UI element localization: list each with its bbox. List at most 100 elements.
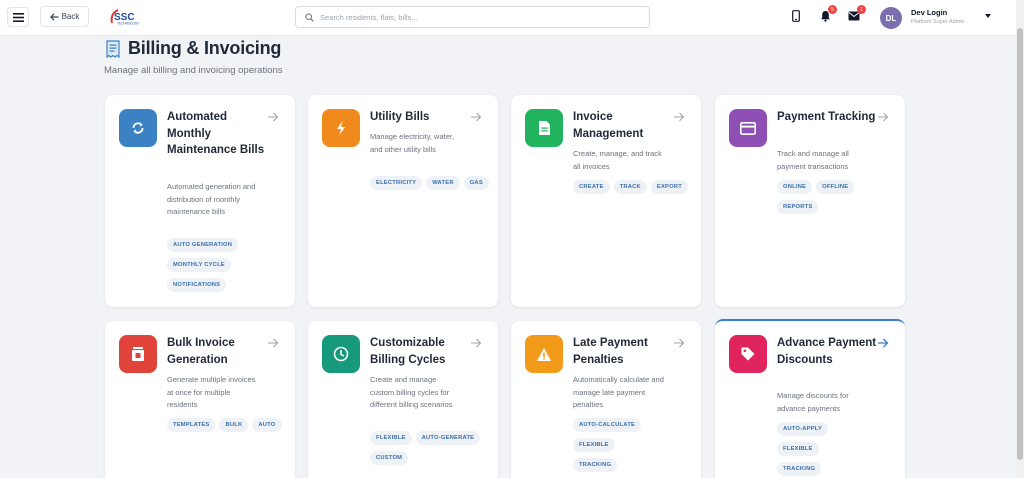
tag[interactable]: TRACK	[613, 180, 647, 194]
tag-list: ELECTRICITY WATER GAS	[370, 176, 490, 190]
tag[interactable]: OFFLINE	[816, 180, 855, 194]
page-header: Billing & Invoicing	[106, 38, 281, 59]
search-icon	[305, 12, 314, 22]
card-description: Manage discounts for advance payments	[777, 391, 849, 413]
arrow-right-icon[interactable]	[470, 337, 482, 349]
arrow-right-icon[interactable]	[267, 337, 279, 349]
scrollbar-thumb[interactable]	[1017, 28, 1023, 460]
tag[interactable]: REPORTS	[777, 200, 819, 214]
card-title: Late Payment Penalties	[573, 337, 648, 366]
tag[interactable]: BULK	[219, 418, 249, 432]
card-payment-tracking[interactable]: Payment Tracking Track and manage all pa…	[715, 95, 905, 307]
tag-list: FLEXIBLE AUTO-GENERATE CUSTOM	[370, 431, 490, 465]
notifications-badge: 5	[828, 5, 837, 14]
tag[interactable]: AUTO-CALCULATE	[573, 418, 642, 432]
tag[interactable]: TRACKING	[573, 458, 618, 472]
tag[interactable]: AUTO-GENERATE	[415, 431, 481, 445]
card-customizable-billing-cycles[interactable]: Customizable Billing Cycles Create and m…	[308, 321, 498, 478]
tag[interactable]: FLEXIBLE	[573, 438, 615, 452]
card-invoice-management[interactable]: Invoice Management Create, manage, and t…	[511, 95, 701, 307]
hamburger-icon	[12, 12, 24, 22]
card-automated-monthly-maintenance-bills[interactable]: Automated Monthly Maintenance Bills Auto…	[105, 95, 295, 307]
arrow-right-icon[interactable]	[877, 111, 889, 123]
tag[interactable]: WATER	[426, 176, 460, 190]
logo-mark: SSC TECHNOLOGY	[110, 9, 140, 26]
back-label: Back	[61, 12, 80, 21]
card-description: Create and manage custom billing cycles …	[370, 375, 453, 409]
bolt-icon	[322, 109, 360, 147]
tag[interactable]: ONLINE	[777, 180, 813, 194]
messages-button[interactable]: 1	[847, 5, 866, 23]
refresh-icon	[119, 109, 157, 147]
arrow-right-icon[interactable]	[470, 111, 482, 123]
tag[interactable]: AUTO-APPLY	[777, 422, 829, 436]
card-utility-bills[interactable]: Utility Bills Manage electricity, water,…	[308, 95, 498, 307]
notifications-button[interactable]: 5	[818, 5, 837, 23]
arrow-left-icon	[49, 12, 59, 21]
card-description: Manage electricity, water, and other uti…	[370, 132, 455, 154]
tag[interactable]: NOTIFICATIONS	[167, 278, 227, 292]
arrow-right-icon[interactable]	[267, 111, 279, 123]
card-description: Automated generation and distribution of…	[167, 182, 256, 216]
card-title: Advance Payment Discounts	[777, 337, 877, 366]
back-button[interactable]: Back	[40, 6, 89, 27]
phone-icon	[792, 10, 800, 22]
credit-card-icon	[729, 109, 767, 147]
tag[interactable]: AUTO GENERATION	[167, 238, 239, 252]
card-description: Automatically calculate and manage late …	[573, 375, 664, 409]
chevron-down-icon[interactable]	[985, 14, 991, 18]
tag[interactable]: ELECTRICITY	[370, 176, 423, 190]
card-title: Bulk Invoice Generation	[167, 337, 235, 366]
tag[interactable]: CREATE	[573, 180, 610, 194]
receipt-icon	[106, 39, 120, 58]
logo[interactable]: SSC TECHNOLOGY	[108, 8, 152, 26]
tag-icon	[729, 335, 767, 373]
warning-icon	[525, 335, 563, 373]
page-subtitle: Manage all billing and invoicing operati…	[104, 65, 283, 76]
arrow-right-icon[interactable]	[673, 337, 685, 349]
tag[interactable]: FLEXIBLE	[777, 442, 819, 456]
card-title: Payment Tracking	[777, 111, 876, 123]
user-role: Platform Super Admin	[911, 19, 965, 25]
top-bar: Back SSC TECHNOLOGY 5 1 D	[0, 0, 1016, 36]
bulk-icon	[119, 335, 157, 373]
tag[interactable]: TRACKING	[777, 462, 822, 476]
page-scrollbar[interactable]	[1016, 0, 1024, 478]
page-title: Billing & Invoicing	[128, 38, 282, 58]
card-description: Create, manage, and track all invoices	[573, 149, 662, 171]
arrow-right-icon[interactable]	[673, 111, 685, 123]
menu-button[interactable]	[7, 7, 29, 27]
card-description: Generate multiple invoices at once for m…	[167, 375, 256, 409]
card-title: Invoice Management	[573, 111, 644, 140]
tag-list: CREATE TRACK EXPORT	[573, 180, 693, 194]
tag[interactable]: AUTO	[252, 418, 282, 432]
card-description: Track and manage all payment transaction…	[777, 149, 849, 171]
tag-list: AUTO-CALCULATE FLEXIBLE TRACKING	[573, 418, 693, 472]
tag[interactable]: TEMPLATES	[167, 418, 216, 432]
card-title: Customizable Billing Cycles	[370, 337, 446, 366]
tag[interactable]: EXPORT	[650, 180, 688, 194]
tag-list: ONLINE OFFLINE REPORTS	[777, 180, 897, 214]
tag[interactable]: MONTHLY CYCLE	[167, 258, 231, 272]
card-advance-payment-discounts[interactable]: Advance Payment Discounts Manage discoun…	[715, 319, 905, 478]
card-title: Automated Monthly Maintenance Bills	[167, 111, 265, 156]
clock-icon	[322, 335, 360, 373]
mobile-button[interactable]	[789, 9, 803, 23]
avatar[interactable]: DL	[880, 7, 902, 29]
user-name[interactable]: Dev Login	[911, 8, 947, 17]
tag-list: AUTO-APPLY FLEXIBLE TRACKING	[777, 422, 897, 476]
tag[interactable]: CUSTOM	[370, 451, 409, 465]
tag[interactable]: GAS	[463, 176, 489, 190]
tag-list: AUTO GENERATION MONTHLY CYCLE NOTIFICATI…	[167, 238, 287, 292]
svg-text:TECHNOLOGY: TECHNOLOGY	[117, 22, 140, 26]
arrow-right-icon[interactable]	[877, 337, 889, 349]
document-icon	[525, 109, 563, 147]
tag[interactable]: FLEXIBLE	[370, 431, 412, 445]
card-title: Utility Bills	[370, 111, 430, 123]
search-input[interactable]	[320, 12, 620, 22]
search-box[interactable]	[295, 6, 650, 28]
card-bulk-invoice-generation[interactable]: Bulk Invoice Generation Generate multipl…	[105, 321, 295, 478]
messages-badge: 1	[857, 5, 866, 14]
tag-list: TEMPLATES BULK AUTO	[167, 418, 287, 432]
card-late-payment-penalties[interactable]: Late Payment Penalties Automatically cal…	[511, 321, 701, 478]
